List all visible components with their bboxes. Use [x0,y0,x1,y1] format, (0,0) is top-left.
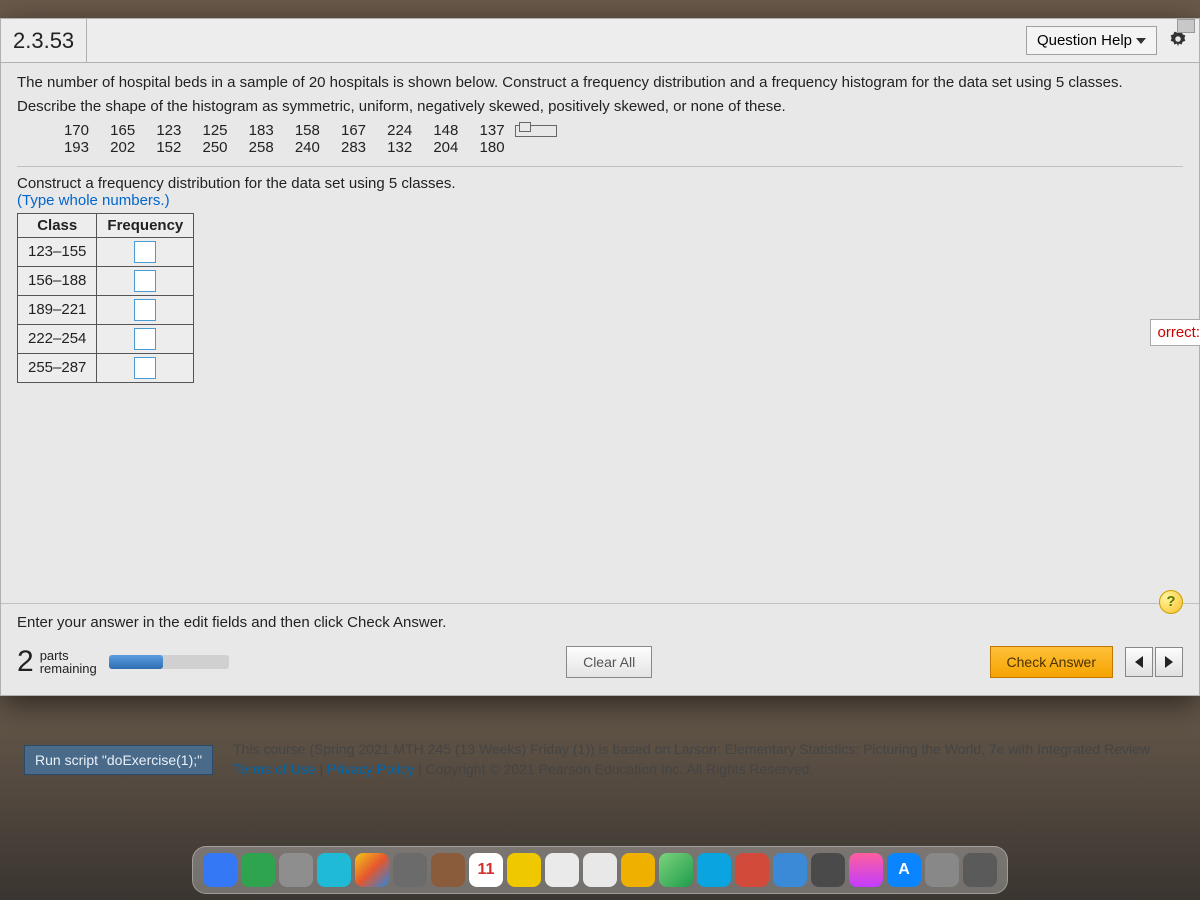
class-label: 189–221 [18,295,97,324]
dock-calendar-icon[interactable]: 11 [469,853,503,887]
dock-app-icon[interactable] [621,853,655,887]
dock-app-icon[interactable] [393,853,427,887]
question-number: 2.3.53 [1,19,87,62]
table-header-row: Class Frequency [18,213,194,237]
question-body: The number of hospital beds in a sample … [1,63,1199,603]
chevron-down-icon [1136,38,1146,44]
dock-app-icon[interactable] [773,853,807,887]
table-row: 255–287 [18,353,194,382]
frequency-input-4[interactable] [134,328,156,350]
dock-appstore-icon[interactable]: A [887,853,921,887]
dock-settings-icon[interactable] [925,853,959,887]
class-label: 156–188 [18,266,97,295]
partial-feedback: orrect: [1150,319,1200,346]
scrollbar-stub[interactable] [1177,19,1195,33]
question-help-dropdown[interactable]: Question Help [1026,26,1157,55]
progress-bar [109,655,229,669]
triangle-left-icon [1135,656,1143,668]
class-label: 255–287 [18,353,97,382]
dock-app-icon[interactable] [279,853,313,887]
macos-dock: 11 A [192,846,1008,894]
dock-chrome-icon[interactable] [355,853,389,887]
dock-app-icon[interactable] [735,853,769,887]
dock-app-icon[interactable] [659,853,693,887]
dock-app-icon[interactable] [507,853,541,887]
frequency-section: Construct a frequency distribution for t… [17,166,1183,383]
dock-app-icon[interactable] [697,853,731,887]
footer-hint: Enter your answer in the edit fields and… [17,614,446,631]
copy-data-icon[interactable] [515,125,557,137]
frequency-input-2[interactable] [134,270,156,292]
dock-music-icon[interactable] [849,853,883,887]
dock-finder-icon[interactable] [203,853,237,887]
copyright-text: Copyright © 2021 Pearson Education Inc. … [426,761,814,777]
page-footer: Run script "doExercise(1);" This course … [0,740,1200,779]
frequency-input-5[interactable] [134,357,156,379]
data-row-1: 170 165 123 125 183 158 167 224 148 137 [17,122,1183,139]
class-label: 123–155 [18,237,97,266]
prompt-line-1: The number of hospital beds in a sample … [17,73,1183,93]
question-header: 2.3.53 Question Help [1,19,1199,63]
parts-count: 2 [17,645,34,679]
dock-app-icon[interactable] [583,853,617,887]
col-frequency: Frequency [97,213,194,237]
dock-app-icon[interactable] [545,853,579,887]
frequency-input-3[interactable] [134,299,156,321]
data-row-2: 193 202 152 250 258 240 283 132 204 180 [17,139,1183,156]
prompt-line-2: Describe the shape of the histogram as s… [17,97,1183,117]
run-script-button[interactable]: Run script "doExercise(1);" [24,745,213,775]
clear-all-button[interactable]: Clear All [566,646,652,678]
class-label: 222–254 [18,324,97,353]
progress-fill [109,655,163,669]
table-row: 189–221 [18,295,194,324]
question-help-label: Question Help [1037,32,1132,49]
dock-app-icon[interactable] [431,853,465,887]
freq-note: (Type whole numbers.) [17,192,1183,209]
help-icon[interactable]: ? [1159,590,1183,614]
table-row: 156–188 [18,266,194,295]
privacy-link[interactable]: Privacy Policy [327,761,414,777]
dock-trash-icon[interactable] [963,853,997,887]
dock-safari-icon[interactable] [317,853,351,887]
check-answer-button[interactable]: Check Answer [990,646,1113,678]
parts-remaining: 2 parts remaining [17,645,97,679]
dock-app-icon[interactable] [811,853,845,887]
header-controls: Question Help [1026,26,1199,55]
freq-instruction: Construct a frequency distribution for t… [17,175,1183,192]
parts-label: parts remaining [40,649,97,675]
footer-hint-row: Enter your answer in the edit fields and… [1,603,1199,639]
table-row: 222–254 [18,324,194,353]
dock-app-icon[interactable] [241,853,275,887]
triangle-right-icon [1165,656,1173,668]
terms-link[interactable]: Terms of Use [233,761,315,777]
next-button[interactable] [1155,647,1183,677]
frequency-table: Class Frequency 123–155 156–188 189–221 … [17,213,194,383]
question-window: 2.3.53 Question Help The number of hospi… [0,18,1200,696]
table-row: 123–155 [18,237,194,266]
course-info: This course (Spring 2021 MTH 245 (13 Wee… [233,740,1176,779]
prev-button[interactable] [1125,647,1153,677]
col-class: Class [18,213,97,237]
frequency-input-1[interactable] [134,241,156,263]
footer-controls: 2 parts remaining Clear All Check Answer [1,639,1199,695]
